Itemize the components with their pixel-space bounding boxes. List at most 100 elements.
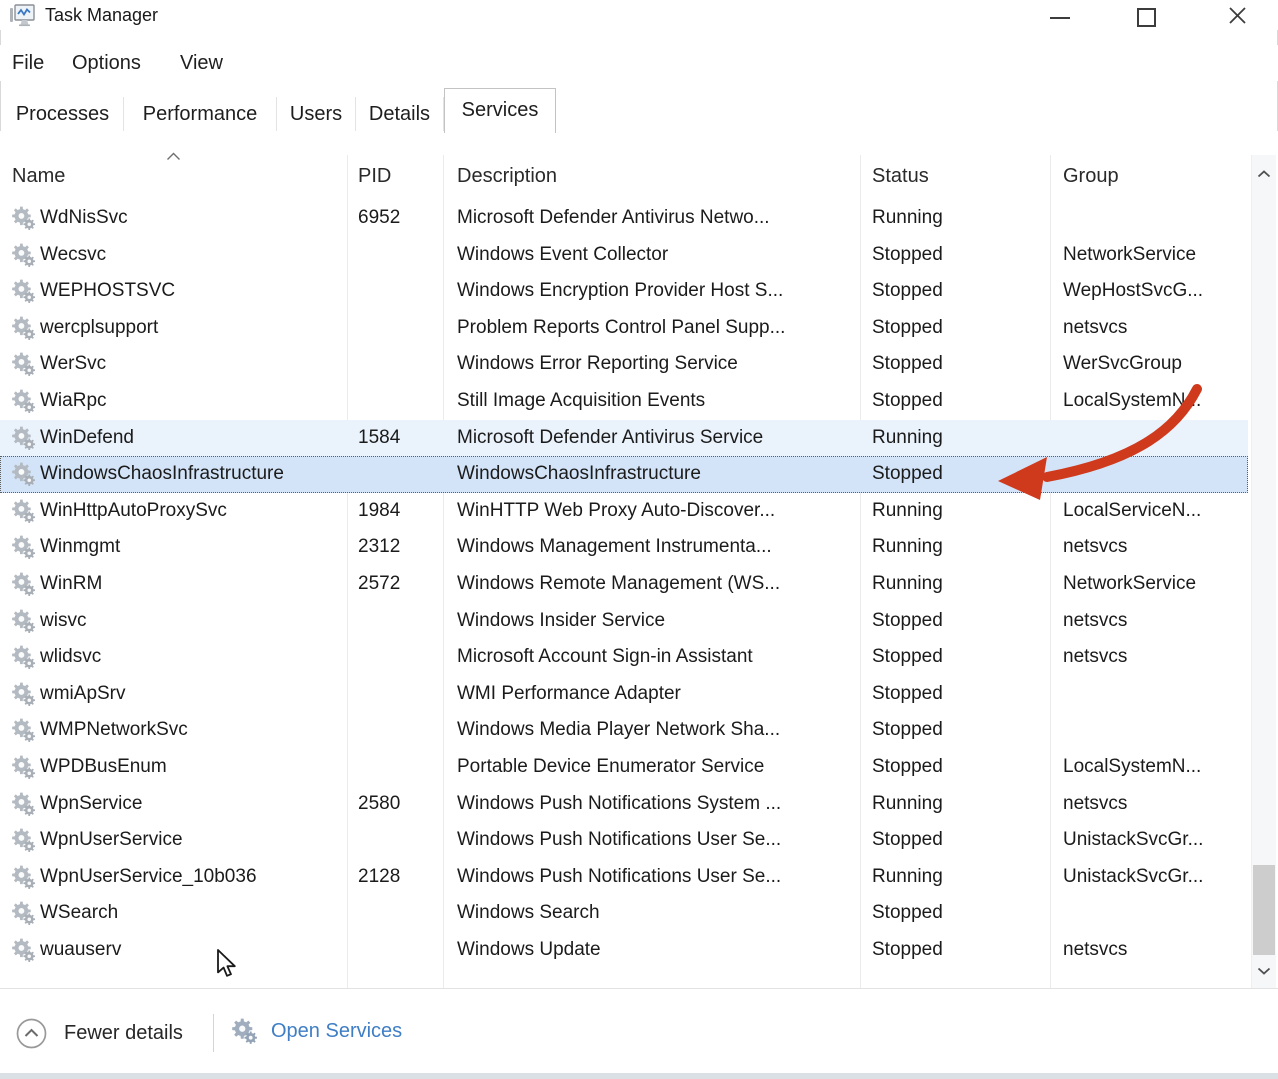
service-description: WinHTTP Web Proxy Auto-Discover...	[443, 493, 860, 530]
service-pid	[347, 822, 443, 859]
table-row[interactable]: WpnUserService_10b036 2128 Windows Push …	[0, 859, 1248, 896]
menu-file[interactable]: File	[12, 45, 44, 81]
service-pid: 6952	[347, 200, 443, 237]
service-group: NetworkService	[1050, 566, 1248, 603]
service-group: netsvcs	[1050, 603, 1248, 640]
table-row[interactable]: WiaRpc Still Image Acquisition Events St…	[0, 383, 1248, 420]
service-description: Windows Event Collector	[443, 237, 860, 274]
service-pid	[347, 383, 443, 420]
column-header-pid[interactable]: PID	[347, 153, 443, 200]
table-row[interactable]: WpnUserService Windows Push Notification…	[0, 822, 1248, 859]
open-services-link[interactable]: Open Services	[231, 1018, 402, 1045]
table-row[interactable]: WdNisSvc 6952 Microsoft Defender Antivir…	[0, 200, 1248, 237]
scrollbar-thumb[interactable]	[1253, 865, 1275, 955]
maximize-icon	[1137, 8, 1156, 27]
service-gear-icon	[11, 462, 36, 487]
service-description: WindowsChaosInfrastructure	[443, 456, 860, 493]
service-description: Windows Search	[443, 895, 860, 932]
service-status: Stopped	[860, 639, 1050, 676]
service-name: wmiApSrv	[40, 683, 126, 704]
service-pid	[347, 749, 443, 786]
service-description: Windows Encryption Provider Host S...	[443, 273, 860, 310]
service-name: WinDefend	[40, 427, 134, 448]
service-description: Windows Push Notifications System ...	[443, 786, 860, 823]
table-row[interactable]: wercplsupport Problem Reports Control Pa…	[0, 310, 1248, 347]
service-pid	[347, 712, 443, 749]
service-gear-icon	[11, 572, 36, 597]
tab-services[interactable]: Services	[444, 88, 556, 133]
service-description: Windows Push Notifications User Se...	[443, 822, 860, 859]
service-pid	[347, 676, 443, 713]
service-status: Stopped	[860, 932, 1050, 969]
service-pid	[347, 456, 443, 493]
minimize-button[interactable]	[1032, 0, 1088, 30]
menu-view[interactable]: View	[180, 45, 223, 81]
fewer-details-button[interactable]: Fewer details	[16, 1018, 183, 1049]
service-status: Stopped	[860, 273, 1050, 310]
table-row[interactable]: Winmgmt 2312 Windows Management Instrume…	[0, 529, 1248, 566]
service-description: Windows Error Reporting Service	[443, 346, 860, 383]
table-row[interactable]: WpnService 2580 Windows Push Notificatio…	[0, 786, 1248, 823]
tab-processes[interactable]: Processes	[2, 97, 124, 131]
service-pid	[347, 273, 443, 310]
service-pid: 2312	[347, 529, 443, 566]
table-row[interactable]: WinRM 2572 Windows Remote Management (WS…	[0, 566, 1248, 603]
service-gear-icon	[11, 865, 36, 890]
table-row[interactable]: wlidsvc Microsoft Account Sign-in Assist…	[0, 639, 1248, 676]
service-description: Portable Device Enumerator Service	[443, 749, 860, 786]
service-name: WdNisSvc	[40, 207, 128, 228]
maximize-button[interactable]	[1118, 0, 1174, 30]
column-header-status[interactable]: Status	[860, 153, 1050, 200]
scroll-up-icon[interactable]	[1257, 165, 1271, 183]
table-row[interactable]: WMPNetworkSvc Windows Media Player Netwo…	[0, 712, 1248, 749]
table-row[interactable]: WerSvc Windows Error Reporting Service S…	[0, 346, 1248, 383]
service-status: Running	[860, 200, 1050, 237]
window-bottom-edge	[0, 1073, 1278, 1079]
service-group: UnistackSvcGr...	[1050, 859, 1248, 896]
service-pid	[347, 932, 443, 969]
service-name: WinRM	[40, 573, 102, 594]
service-description: Windows Insider Service	[443, 603, 860, 640]
open-services-label: Open Services	[271, 1020, 402, 1043]
scroll-down-icon[interactable]	[1257, 962, 1271, 980]
service-description: Windows Remote Management (WS...	[443, 566, 860, 603]
table-row[interactable]: WPDBusEnum Portable Device Enumerator Se…	[0, 749, 1248, 786]
service-gear-icon	[11, 279, 36, 304]
service-description: Microsoft Account Sign-in Assistant	[443, 639, 860, 676]
service-group: netsvcs	[1050, 529, 1248, 566]
service-status: Running	[860, 786, 1050, 823]
service-name: WEPHOSTSVC	[40, 280, 175, 301]
table-row[interactable]: WinDefend 1584 Microsoft Defender Antivi…	[0, 420, 1248, 457]
tab-performance[interactable]: Performance	[124, 97, 277, 131]
menu-options[interactable]: Options	[72, 45, 141, 81]
service-pid: 1984	[347, 493, 443, 530]
service-group: NetworkService	[1050, 237, 1248, 274]
table-header: Name PID Description Status Group	[0, 153, 1248, 200]
tab-details[interactable]: Details	[356, 97, 444, 131]
service-pid	[347, 346, 443, 383]
table-row[interactable]: wmiApSrv WMI Performance Adapter Stopped	[0, 676, 1248, 713]
service-description: Windows Update	[443, 932, 860, 969]
service-status: Stopped	[860, 822, 1050, 859]
table-row[interactable]: WSearch Windows Search Stopped	[0, 895, 1248, 932]
service-name: WinHttpAutoProxySvc	[40, 500, 227, 521]
table-row[interactable]: Wecsvc Windows Event Collector Stopped N…	[0, 237, 1248, 274]
service-description: Microsoft Defender Antivirus Service	[443, 420, 860, 457]
table-row[interactable]: wisvc Windows Insider Service Stopped ne…	[0, 603, 1248, 640]
service-gear-icon	[11, 718, 36, 743]
service-description: Windows Management Instrumenta...	[443, 529, 860, 566]
table-row[interactable]: WinHttpAutoProxySvc 1984 WinHTTP Web Pro…	[0, 493, 1248, 530]
service-name: Wecsvc	[40, 244, 106, 265]
service-description: Windows Push Notifications User Se...	[443, 859, 860, 896]
table-row[interactable]: WindowsChaosInfrastructure WindowsChaosI…	[0, 456, 1248, 493]
service-name: WindowsChaosInfrastructure	[40, 463, 284, 484]
table-row[interactable]: WEPHOSTSVC Windows Encryption Provider H…	[0, 273, 1248, 310]
tab-users[interactable]: Users	[277, 97, 356, 131]
column-header-group[interactable]: Group	[1050, 153, 1248, 200]
service-gear-icon	[11, 389, 36, 414]
footer-divider	[213, 1014, 214, 1052]
column-header-description[interactable]: Description	[443, 153, 860, 200]
close-button[interactable]	[1206, 0, 1268, 30]
table-row[interactable]: wuauserv Windows Update Stopped netsvcs	[0, 932, 1248, 969]
vertical-scrollbar[interactable]	[1251, 155, 1276, 988]
